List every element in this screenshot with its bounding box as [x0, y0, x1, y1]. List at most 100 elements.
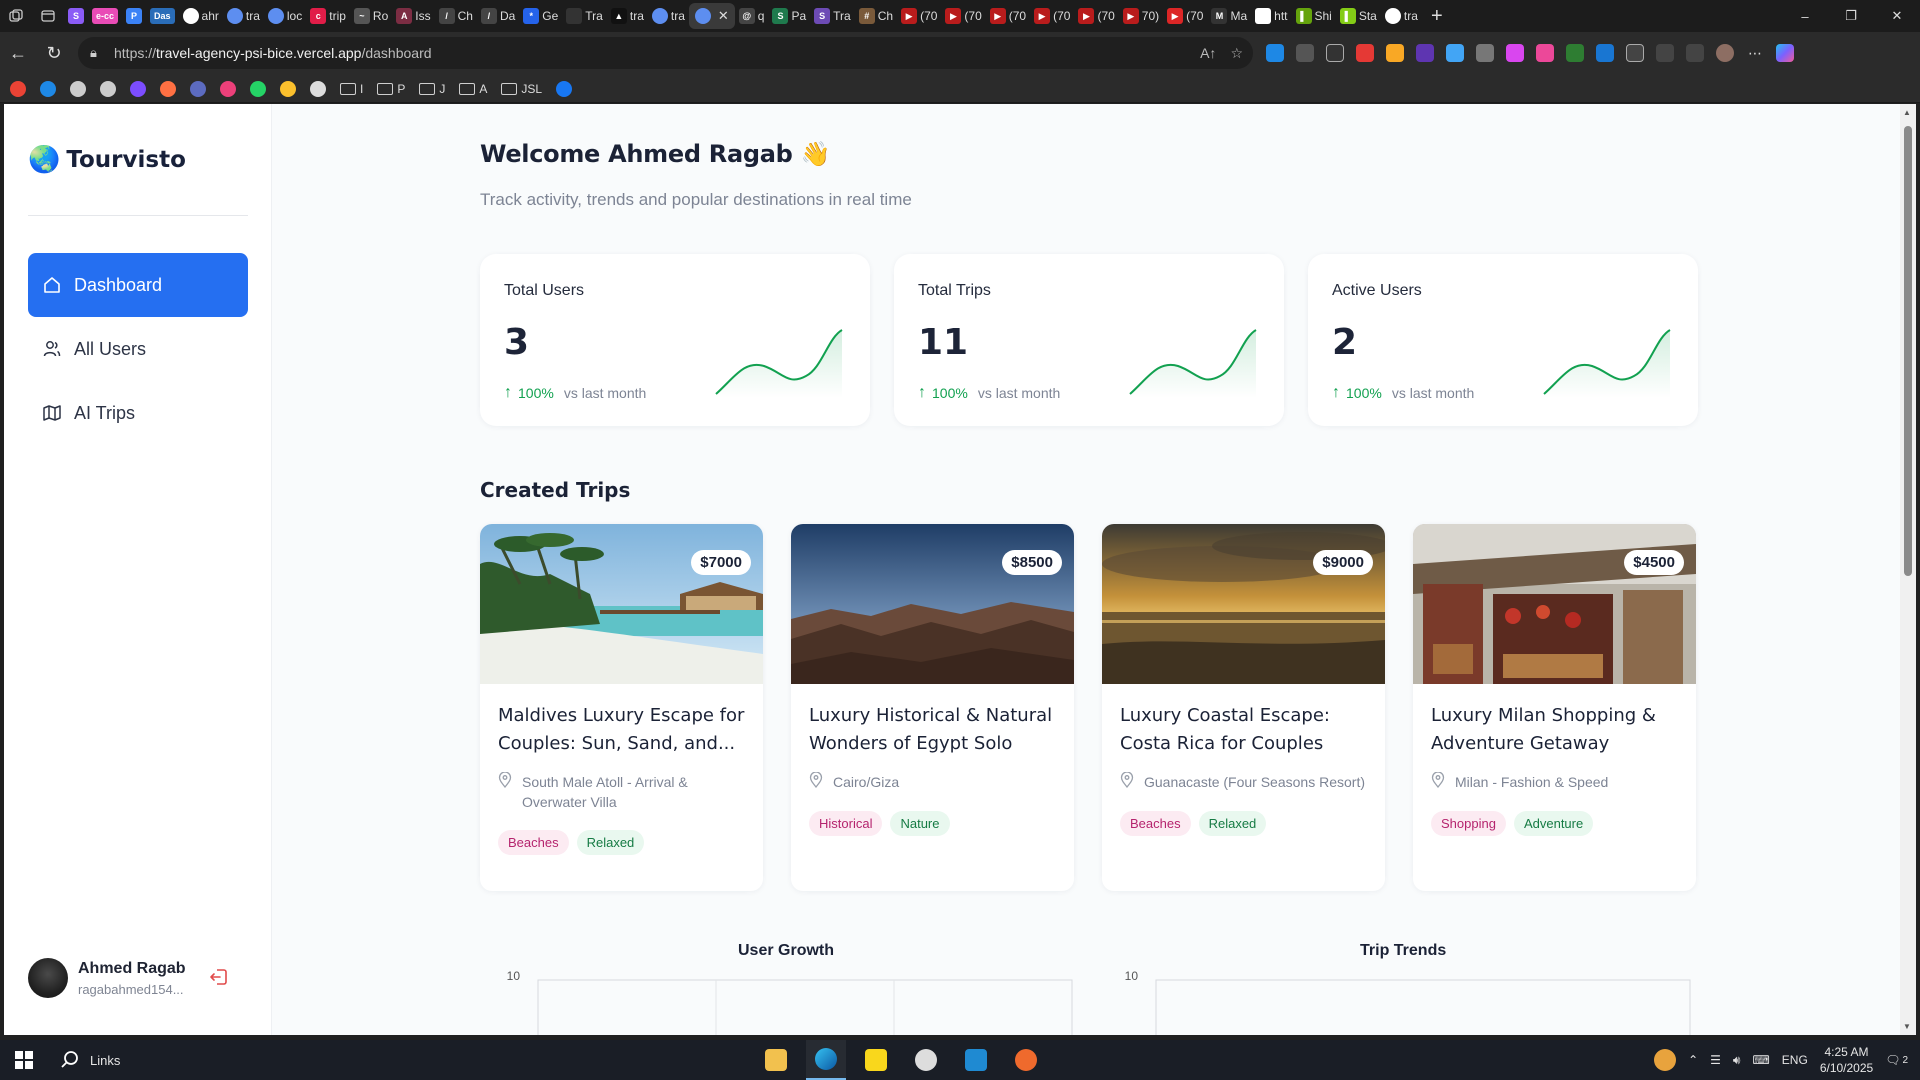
browser-tab[interactable]: M Ma	[1207, 3, 1251, 29]
extension-icon[interactable]	[1326, 44, 1344, 62]
browser-tab[interactable]: S Tra	[810, 3, 855, 29]
browser-tab[interactable]: / Ch	[435, 3, 477, 29]
windows-start-icon[interactable]	[0, 1040, 48, 1080]
extension-icon[interactable]	[1506, 44, 1524, 62]
bookmark-item[interactable]	[280, 80, 296, 97]
sticky-notes-icon[interactable]	[856, 1040, 896, 1080]
trip-card[interactable]: $7000 Maldives Luxury Escape for Couples…	[480, 524, 763, 891]
browser-essentials-icon[interactable]	[1656, 44, 1674, 62]
browser-tab[interactable]: ahr	[179, 3, 223, 29]
browser-tab[interactable]: ▶ (70	[1074, 3, 1118, 29]
browser-tab[interactable]: ▌ Shi	[1292, 3, 1336, 29]
keyboard-icon[interactable]: ⌨	[1752, 1053, 1769, 1067]
tab-actions-icon[interactable]	[32, 0, 64, 32]
bookmark-item[interactable]	[10, 80, 26, 97]
favorite-star-icon[interactable]: ☆	[1230, 45, 1243, 62]
bookmark-folder[interactable]: I	[340, 82, 363, 96]
restore-button[interactable]: ❐	[1828, 0, 1874, 32]
browser-tab[interactable]: tra	[223, 3, 264, 29]
browser-tab[interactable]: ✕	[688, 3, 735, 29]
page-scrollbar[interactable]: ▲ ▼	[1900, 104, 1916, 1035]
browser-tab[interactable]: ▶ (70	[1163, 3, 1207, 29]
network-icon[interactable]: ☰	[1710, 1053, 1721, 1067]
refresh-button[interactable]: ↻	[36, 36, 72, 72]
scroll-down-arrow-icon[interactable]: ▼	[1903, 1022, 1911, 1031]
browser-tab[interactable]: e-cc	[88, 3, 122, 29]
sidebar-item-ai-trips[interactable]: AI Trips	[28, 381, 248, 445]
minimize-button[interactable]: –	[1782, 0, 1828, 32]
postman-icon[interactable]	[1006, 1040, 1046, 1080]
browser-tab[interactable]: ▌ Sta	[1336, 3, 1381, 29]
read-aloud-icon[interactable]: A↑	[1200, 45, 1216, 61]
more-menu-icon[interactable]: ⋯	[1746, 44, 1764, 62]
browser-tab[interactable]: ~ Ro	[350, 3, 392, 29]
back-button[interactable]: ←	[0, 36, 36, 72]
browser-tab[interactable]: * Ge	[519, 3, 562, 29]
file-explorer-icon[interactable]	[756, 1040, 796, 1080]
browser-tab[interactable]: S Pa	[768, 3, 810, 29]
new-tab-button[interactable]: +	[1422, 5, 1452, 28]
extension-icon[interactable]	[1476, 44, 1494, 62]
browser-tab[interactable]: # Ch	[855, 3, 897, 29]
browser-tab[interactable]: Das	[146, 3, 179, 29]
bookmark-folder[interactable]: P	[377, 82, 405, 96]
workspaces-icon[interactable]	[0, 0, 32, 32]
bookmark-item[interactable]	[250, 80, 266, 97]
logout-icon[interactable]	[208, 966, 230, 994]
browser-tab[interactable]: Tra	[562, 3, 607, 29]
extension-icon[interactable]	[1596, 44, 1614, 62]
sidebar-item-all-users[interactable]: All Users	[28, 317, 248, 381]
browser-tab[interactable]: tra	[1381, 3, 1422, 29]
extension-icon[interactable]	[1296, 44, 1314, 62]
close-window-button[interactable]: ✕	[1874, 0, 1920, 32]
bookmark-item[interactable]	[100, 80, 116, 97]
clock[interactable]: 4:25 AM 6/10/2025	[1820, 1044, 1873, 1076]
browser-tab[interactable]: S	[64, 3, 88, 29]
browser-tab[interactable]: ▶ (70	[897, 3, 941, 29]
extensions-puzzle-icon[interactable]	[1626, 44, 1644, 62]
edge-icon[interactable]	[806, 1040, 846, 1080]
volume-icon[interactable]: 🔊︎	[1733, 1053, 1741, 1068]
lock-icon[interactable]: 🔒︎	[90, 45, 114, 61]
browser-tab[interactable]: / Da	[477, 3, 519, 29]
scrollbar-thumb[interactable]	[1904, 126, 1912, 576]
bookmark-item[interactable]	[190, 80, 206, 97]
browser-tab[interactable]: loc	[264, 3, 306, 29]
extension-icon[interactable]	[1536, 44, 1554, 62]
trip-card[interactable]: $4500 Luxury Milan Shopping & Adventure …	[1413, 524, 1696, 891]
chevron-up-icon[interactable]: ⌃	[1688, 1053, 1698, 1067]
language-indicator[interactable]: ENG	[1782, 1053, 1808, 1067]
extension-icon[interactable]	[1566, 44, 1584, 62]
trip-card[interactable]: $9000 Luxury Coastal Escape: Costa Rica …	[1102, 524, 1385, 891]
extension-icon[interactable]	[1356, 44, 1374, 62]
weather-icon[interactable]	[1654, 1049, 1677, 1071]
app-icon[interactable]	[906, 1040, 946, 1080]
trip-card[interactable]: $8500 Luxury Historical & Natural Wonder…	[791, 524, 1074, 891]
bookmark-folder[interactable]: J	[419, 82, 445, 96]
browser-tab[interactable]: tra	[648, 3, 689, 29]
vscode-icon[interactable]	[956, 1040, 996, 1080]
browser-tab[interactable]: @ q	[735, 3, 769, 29]
bookmark-item[interactable]	[160, 80, 176, 97]
browser-tab[interactable]: P	[122, 3, 146, 29]
extension-icon[interactable]	[1386, 44, 1404, 62]
bookmark-item[interactable]	[70, 80, 86, 97]
bookmark-item[interactable]	[130, 80, 146, 97]
scroll-up-arrow-icon[interactable]: ▲	[1903, 108, 1911, 117]
browser-tab[interactable]: ▶ (70	[1030, 3, 1074, 29]
browser-tab[interactable]: ▶ (70	[941, 3, 985, 29]
bookmark-folder[interactable]: A	[459, 82, 487, 96]
extension-icon[interactable]	[1416, 44, 1434, 62]
copilot-icon[interactable]	[1776, 44, 1794, 62]
browser-tab[interactable]: Ghtt	[1251, 3, 1291, 29]
browser-tab[interactable]: ▶ (70	[986, 3, 1030, 29]
extension-icon[interactable]	[1266, 44, 1284, 62]
taskbar-search[interactable]: Links	[48, 1050, 168, 1070]
notifications-icon[interactable]: 🗨︎ 2	[1885, 1053, 1908, 1067]
browser-tab[interactable]: ▶ 70)	[1119, 3, 1163, 29]
profile-avatar-icon[interactable]	[1716, 44, 1734, 62]
browser-tab[interactable]: ▲ tra	[607, 3, 648, 29]
sidebar-item-dashboard[interactable]: Dashboard	[28, 253, 248, 317]
brand-logo[interactable]: 🌏 Tourvisto	[28, 144, 186, 175]
avatar[interactable]	[28, 958, 68, 998]
